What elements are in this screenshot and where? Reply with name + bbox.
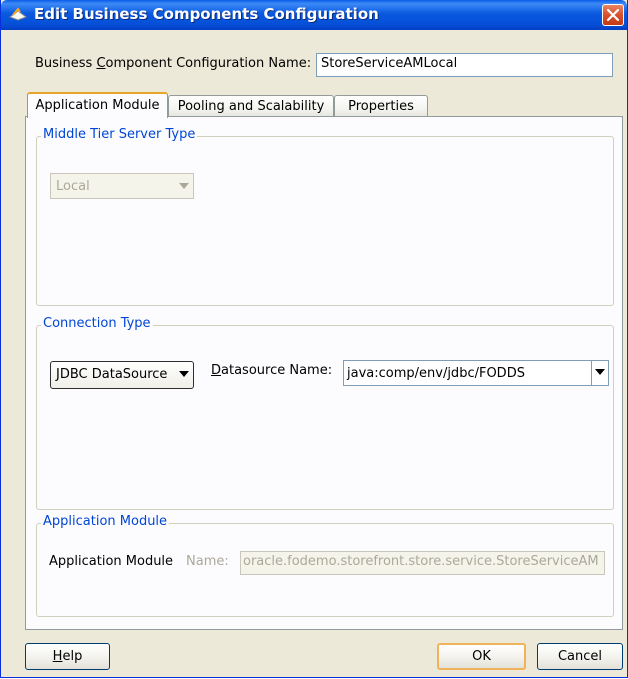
connection-type-select[interactable]: JDBC DataSource: [50, 361, 194, 389]
datasource-dropdown-button[interactable]: [591, 361, 608, 385]
connection-type-legend: Connection Type: [41, 316, 153, 331]
dialog-window: Edit Business Components Configuration B…: [0, 0, 628, 678]
app-module-name-value: oracle.fodemo.storefront.store.service.S…: [243, 554, 599, 569]
datasource-name-value: java:comp/env/jdbc/FODDS: [347, 366, 525, 381]
config-name-label: Business Component Configuration Name:: [35, 56, 311, 71]
config-name-label-post: omponent Configuration Name:: [105, 56, 312, 71]
middle-tier-group: Middle Tier Server Type Local: [36, 127, 614, 306]
help-label: elp: [62, 649, 83, 664]
title-bar[interactable]: Edit Business Components Configuration: [1, 0, 627, 30]
app-module-name-field: oracle.fodemo.storefront.store.service.S…: [240, 551, 605, 575]
application-module-label: Application Module: [49, 554, 174, 569]
connection-type-value: JDBC DataSource: [56, 367, 168, 382]
chevron-down-icon: [595, 369, 605, 375]
config-name-field[interactable]: StoreServiceAMLocal: [316, 53, 613, 77]
datasource-label-mnemonic: D: [211, 363, 222, 378]
chevron-down-icon: [179, 183, 189, 189]
help-mnemonic: H: [52, 649, 63, 664]
config-name-label-mnemonic: C: [96, 56, 106, 71]
tab-label: Properties: [348, 99, 414, 114]
application-module-group: Application Module Application Module Na…: [36, 514, 614, 617]
jdeveloper-icon: [8, 7, 28, 23]
chevron-down-icon: [179, 371, 189, 377]
close-icon: [607, 9, 619, 21]
tab-pooling-and-scalability[interactable]: Pooling and Scalability: [168, 95, 334, 118]
application-module-legend: Application Module: [41, 514, 170, 529]
cancel-button[interactable]: Cancel: [537, 643, 623, 670]
config-name-label-pre: Business: [35, 56, 97, 71]
tab-application-module[interactable]: Application Module: [27, 92, 168, 118]
connection-type-group: Connection Type JDBC DataSource Datasour…: [36, 316, 614, 510]
tab-properties[interactable]: Properties: [334, 95, 428, 118]
cancel-label: Cancel: [557, 649, 603, 664]
datasource-name-combo[interactable]: java:comp/env/jdbc/FODDS: [343, 360, 609, 386]
help-button[interactable]: Help: [25, 643, 110, 670]
ok-button[interactable]: OK: [437, 643, 526, 670]
tab-label: Application Module: [35, 98, 160, 113]
datasource-name-label: Datasource Name:: [211, 363, 332, 378]
app-module-name-label: Name:: [186, 554, 229, 569]
server-type-value: Local: [56, 179, 90, 194]
ok-label: OK: [472, 649, 491, 664]
config-name-value: StoreServiceAMLocal: [321, 56, 458, 71]
tab-label: Pooling and Scalability: [177, 99, 325, 114]
tab-panel-application-module: Middle Tier Server Type Local Connection…: [25, 116, 623, 630]
datasource-label-post: atasource Name:: [221, 363, 333, 378]
window-title: Edit Business Components Configuration: [34, 5, 379, 23]
middle-tier-legend: Middle Tier Server Type: [41, 127, 198, 142]
server-type-select[interactable]: Local: [50, 173, 194, 199]
close-button[interactable]: [602, 4, 624, 26]
